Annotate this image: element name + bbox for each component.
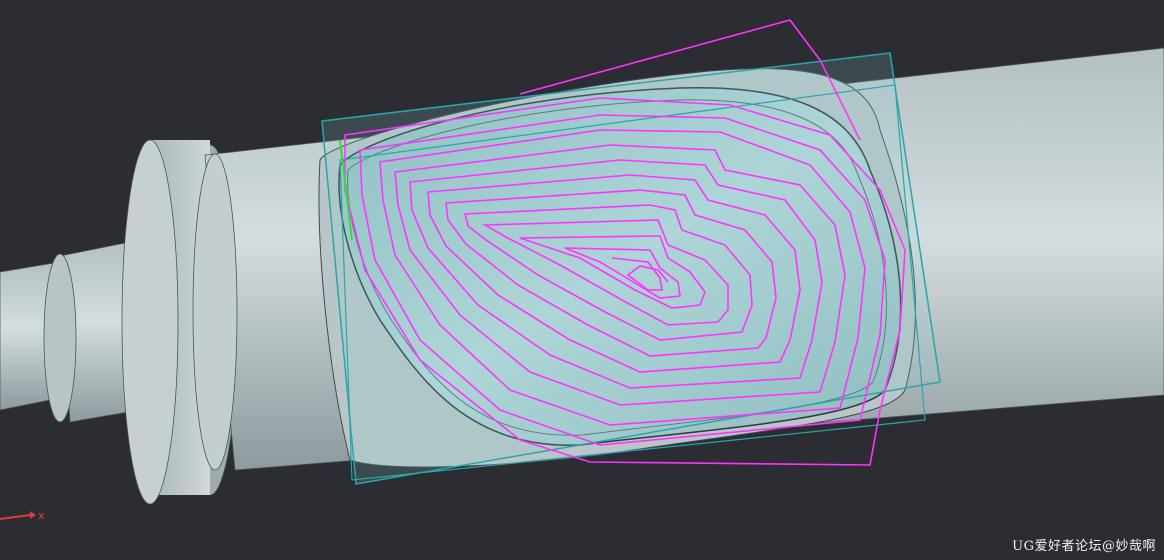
graphics-viewport[interactable]: x UG爱好者论坛@妙哉啊 (0, 0, 1164, 560)
model-view[interactable] (0, 0, 1164, 560)
step-shaft-face (43, 253, 77, 423)
x-axis-label: x (38, 509, 45, 522)
flange-face[interactable] (121, 139, 179, 505)
x-axis-arrowhead (30, 511, 36, 519)
watermark: UG爱好者论坛@妙哉啊 (1012, 539, 1156, 554)
x-axis-line (0, 514, 31, 520)
main-shaft-face (192, 153, 238, 471)
